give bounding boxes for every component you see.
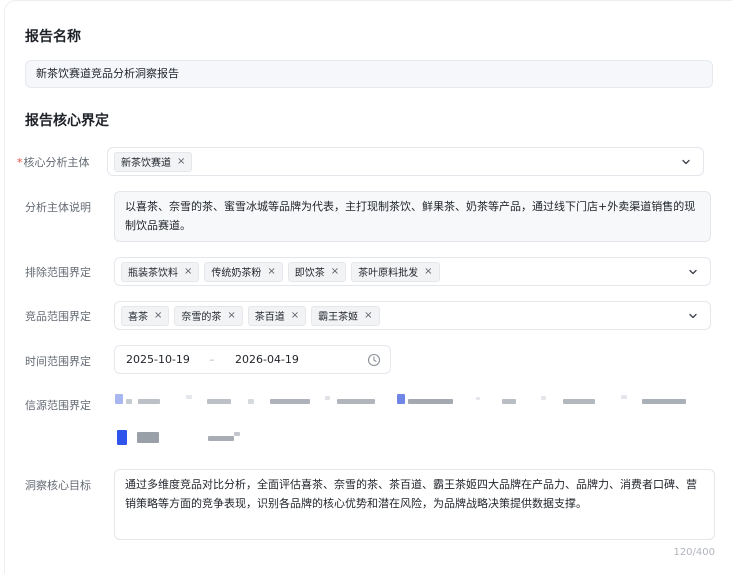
source-option-icon xyxy=(476,397,480,400)
source-option-icon xyxy=(117,430,127,445)
time-range-label: 时间范围界定 xyxy=(25,355,91,368)
competitor-tag-label: 喜茶 xyxy=(128,312,148,323)
core-subject-select[interactable]: 新茶饮赛道 × xyxy=(107,147,704,176)
source-option-label xyxy=(563,399,595,404)
source-option-icon xyxy=(248,399,254,404)
close-icon[interactable]: × xyxy=(177,156,185,167)
report-name-field[interactable]: 新茶饮赛道竞品分析洞察报告 xyxy=(25,60,713,88)
subject-desc-label: 分析主体说明 xyxy=(25,201,91,214)
exclude-tag: 即饮茶 × xyxy=(287,261,347,282)
source-option-icon xyxy=(541,396,546,400)
exclude-tag-label: 茶叶原料批发 xyxy=(358,268,419,279)
close-icon[interactable]: × xyxy=(424,266,432,277)
source-option-label xyxy=(642,399,686,404)
chevron-down-icon[interactable] xyxy=(681,157,691,167)
source-option-icon xyxy=(186,395,192,399)
close-icon[interactable]: × xyxy=(267,266,275,277)
chevron-down-icon[interactable] xyxy=(688,311,698,321)
core-subject-label: *核心分析主体 xyxy=(17,154,90,170)
exclude-tag: 瓶装茶饮料 × xyxy=(121,261,200,282)
date-range-picker[interactable]: 2025-10-19 – 2026-04-19 xyxy=(114,345,391,374)
source-scope-label: 信源范围界定 xyxy=(25,399,91,412)
insight-goal-label: 洞察核心目标 xyxy=(25,479,91,492)
end-date[interactable]: 2026-04-19 xyxy=(235,353,299,366)
chevron-down-icon[interactable] xyxy=(688,267,698,277)
source-option-label xyxy=(270,399,310,404)
competitor-tag-label: 霸王茶姬 xyxy=(318,312,359,323)
source-option-icon xyxy=(325,396,330,400)
core-definition-heading: 报告核心界定 xyxy=(25,113,109,129)
source-option-label xyxy=(208,436,234,441)
competitor-scope-label: 竞品范围界定 xyxy=(25,310,91,323)
competitor-tag: 奈雪的茶 × xyxy=(174,305,243,326)
close-icon[interactable]: × xyxy=(364,310,372,321)
close-icon[interactable]: × xyxy=(291,310,299,321)
required-mark: * xyxy=(17,156,23,169)
char-counter: 120/400 xyxy=(673,547,715,558)
source-option-icon xyxy=(397,394,405,404)
clock-icon xyxy=(367,353,381,367)
close-icon[interactable]: × xyxy=(227,310,235,321)
competitor-tag: 喜茶 × xyxy=(121,305,170,326)
subject-desc-textarea[interactable]: 以喜茶、奈雪的茶、蜜雪冰城等品牌为代表，主打现制茶饮、鲜果茶、奶茶等产品，通过线… xyxy=(114,191,711,242)
start-date[interactable]: 2025-10-19 xyxy=(126,353,190,366)
insight-goal-textarea[interactable]: 通过多维度竞品对比分析，全面评估喜茶、奈雪的茶、茶百道、霸王茶姬四大品牌在产品力… xyxy=(114,469,715,540)
source-option-label xyxy=(138,399,160,404)
exclude-tag: 传统奶茶粉 × xyxy=(204,261,283,282)
core-subject-label-text: 核心分析主体 xyxy=(23,156,90,169)
exclude-tag-label: 即饮茶 xyxy=(294,268,325,279)
exclude-scope-select[interactable]: 瓶装茶饮料 × 传统奶茶粉 × 即饮茶 × 茶叶原料批发 × xyxy=(114,257,711,286)
competitor-tag: 霸王茶姬 × xyxy=(311,305,380,326)
subject-tag-label: 新茶饮赛道 xyxy=(121,158,171,169)
exclude-tag: 茶叶原料批发 × xyxy=(351,261,440,282)
close-icon[interactable]: × xyxy=(154,310,162,321)
competitor-tag-label: 茶百道 xyxy=(254,312,285,323)
source-option-icon xyxy=(234,432,240,436)
close-icon[interactable]: × xyxy=(184,266,192,277)
competitor-scope-select[interactable]: 喜茶 × 奈雪的茶 × 茶百道 × 霸王茶姬 × xyxy=(114,301,711,330)
source-option-label xyxy=(126,399,132,404)
source-option-icon xyxy=(115,394,123,404)
source-option-icon xyxy=(621,395,627,399)
source-option-label xyxy=(207,399,231,404)
exclude-tag-label: 瓶装茶饮料 xyxy=(128,268,178,279)
close-icon[interactable]: × xyxy=(331,266,339,277)
source-option-label xyxy=(137,432,159,443)
exclude-tag-label: 传统奶茶粉 xyxy=(211,268,262,279)
source-option-label xyxy=(502,399,516,404)
competitor-tag: 茶百道 × xyxy=(247,305,307,326)
competitor-tag-label: 奈雪的茶 xyxy=(181,312,222,323)
source-option-label xyxy=(337,399,375,404)
exclude-scope-label: 排除范围界定 xyxy=(25,266,91,279)
subject-tag: 新茶饮赛道 × xyxy=(114,151,193,172)
report-name-heading: 报告名称 xyxy=(25,29,81,45)
date-separator: – xyxy=(209,353,215,366)
source-option-label xyxy=(408,399,453,404)
